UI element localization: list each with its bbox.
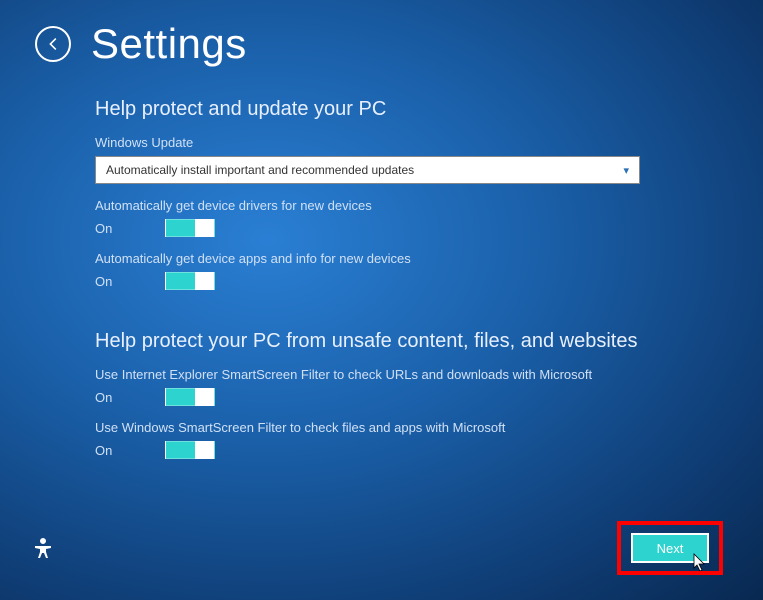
page-title: Settings	[91, 20, 247, 68]
device-drivers-state: On	[95, 221, 165, 236]
windows-update-label: Windows Update	[95, 135, 763, 150]
ie-smartscreen-toggle[interactable]	[165, 388, 215, 406]
next-button-highlight: Next	[617, 521, 723, 575]
win-smartscreen-state: On	[95, 443, 165, 458]
header: Settings	[0, 0, 763, 68]
device-apps-label: Automatically get device apps and info f…	[95, 251, 763, 266]
ie-smartscreen-label: Use Internet Explorer SmartScreen Filter…	[95, 367, 763, 382]
section-title-unsafe-content: Help protect your PC from unsafe content…	[95, 330, 763, 353]
next-button-label: Next	[657, 541, 684, 556]
chevron-down-icon: ▾	[623, 164, 629, 177]
device-apps-toggle[interactable]	[165, 272, 215, 290]
ie-smartscreen-state: On	[95, 390, 165, 405]
section-protect-update: Help protect and update your PC Windows …	[95, 98, 763, 290]
ie-smartscreen-toggle-row: On	[95, 388, 763, 406]
win-smartscreen-label: Use Windows SmartScreen Filter to check …	[95, 420, 763, 435]
windows-update-dropdown[interactable]: Automatically install important and reco…	[95, 156, 640, 184]
device-drivers-toggle-row: On	[95, 219, 763, 237]
content: Help protect and update your PC Windows …	[0, 68, 763, 459]
back-button[interactable]	[35, 26, 71, 62]
section-title-protect-update: Help protect and update your PC	[95, 98, 763, 121]
footer: Next	[0, 521, 763, 575]
ease-of-access-button[interactable]	[30, 535, 56, 561]
device-apps-toggle-row: On	[95, 272, 763, 290]
back-arrow-icon	[44, 35, 62, 53]
section-unsafe-content: Help protect your PC from unsafe content…	[95, 330, 763, 459]
win-smartscreen-toggle-row: On	[95, 441, 763, 459]
device-drivers-toggle[interactable]	[165, 219, 215, 237]
device-apps-state: On	[95, 274, 165, 289]
ease-of-access-icon	[31, 536, 55, 560]
device-drivers-label: Automatically get device drivers for new…	[95, 198, 763, 213]
win-smartscreen-toggle[interactable]	[165, 441, 215, 459]
windows-update-value: Automatically install important and reco…	[106, 163, 414, 177]
cursor-icon	[693, 553, 707, 573]
